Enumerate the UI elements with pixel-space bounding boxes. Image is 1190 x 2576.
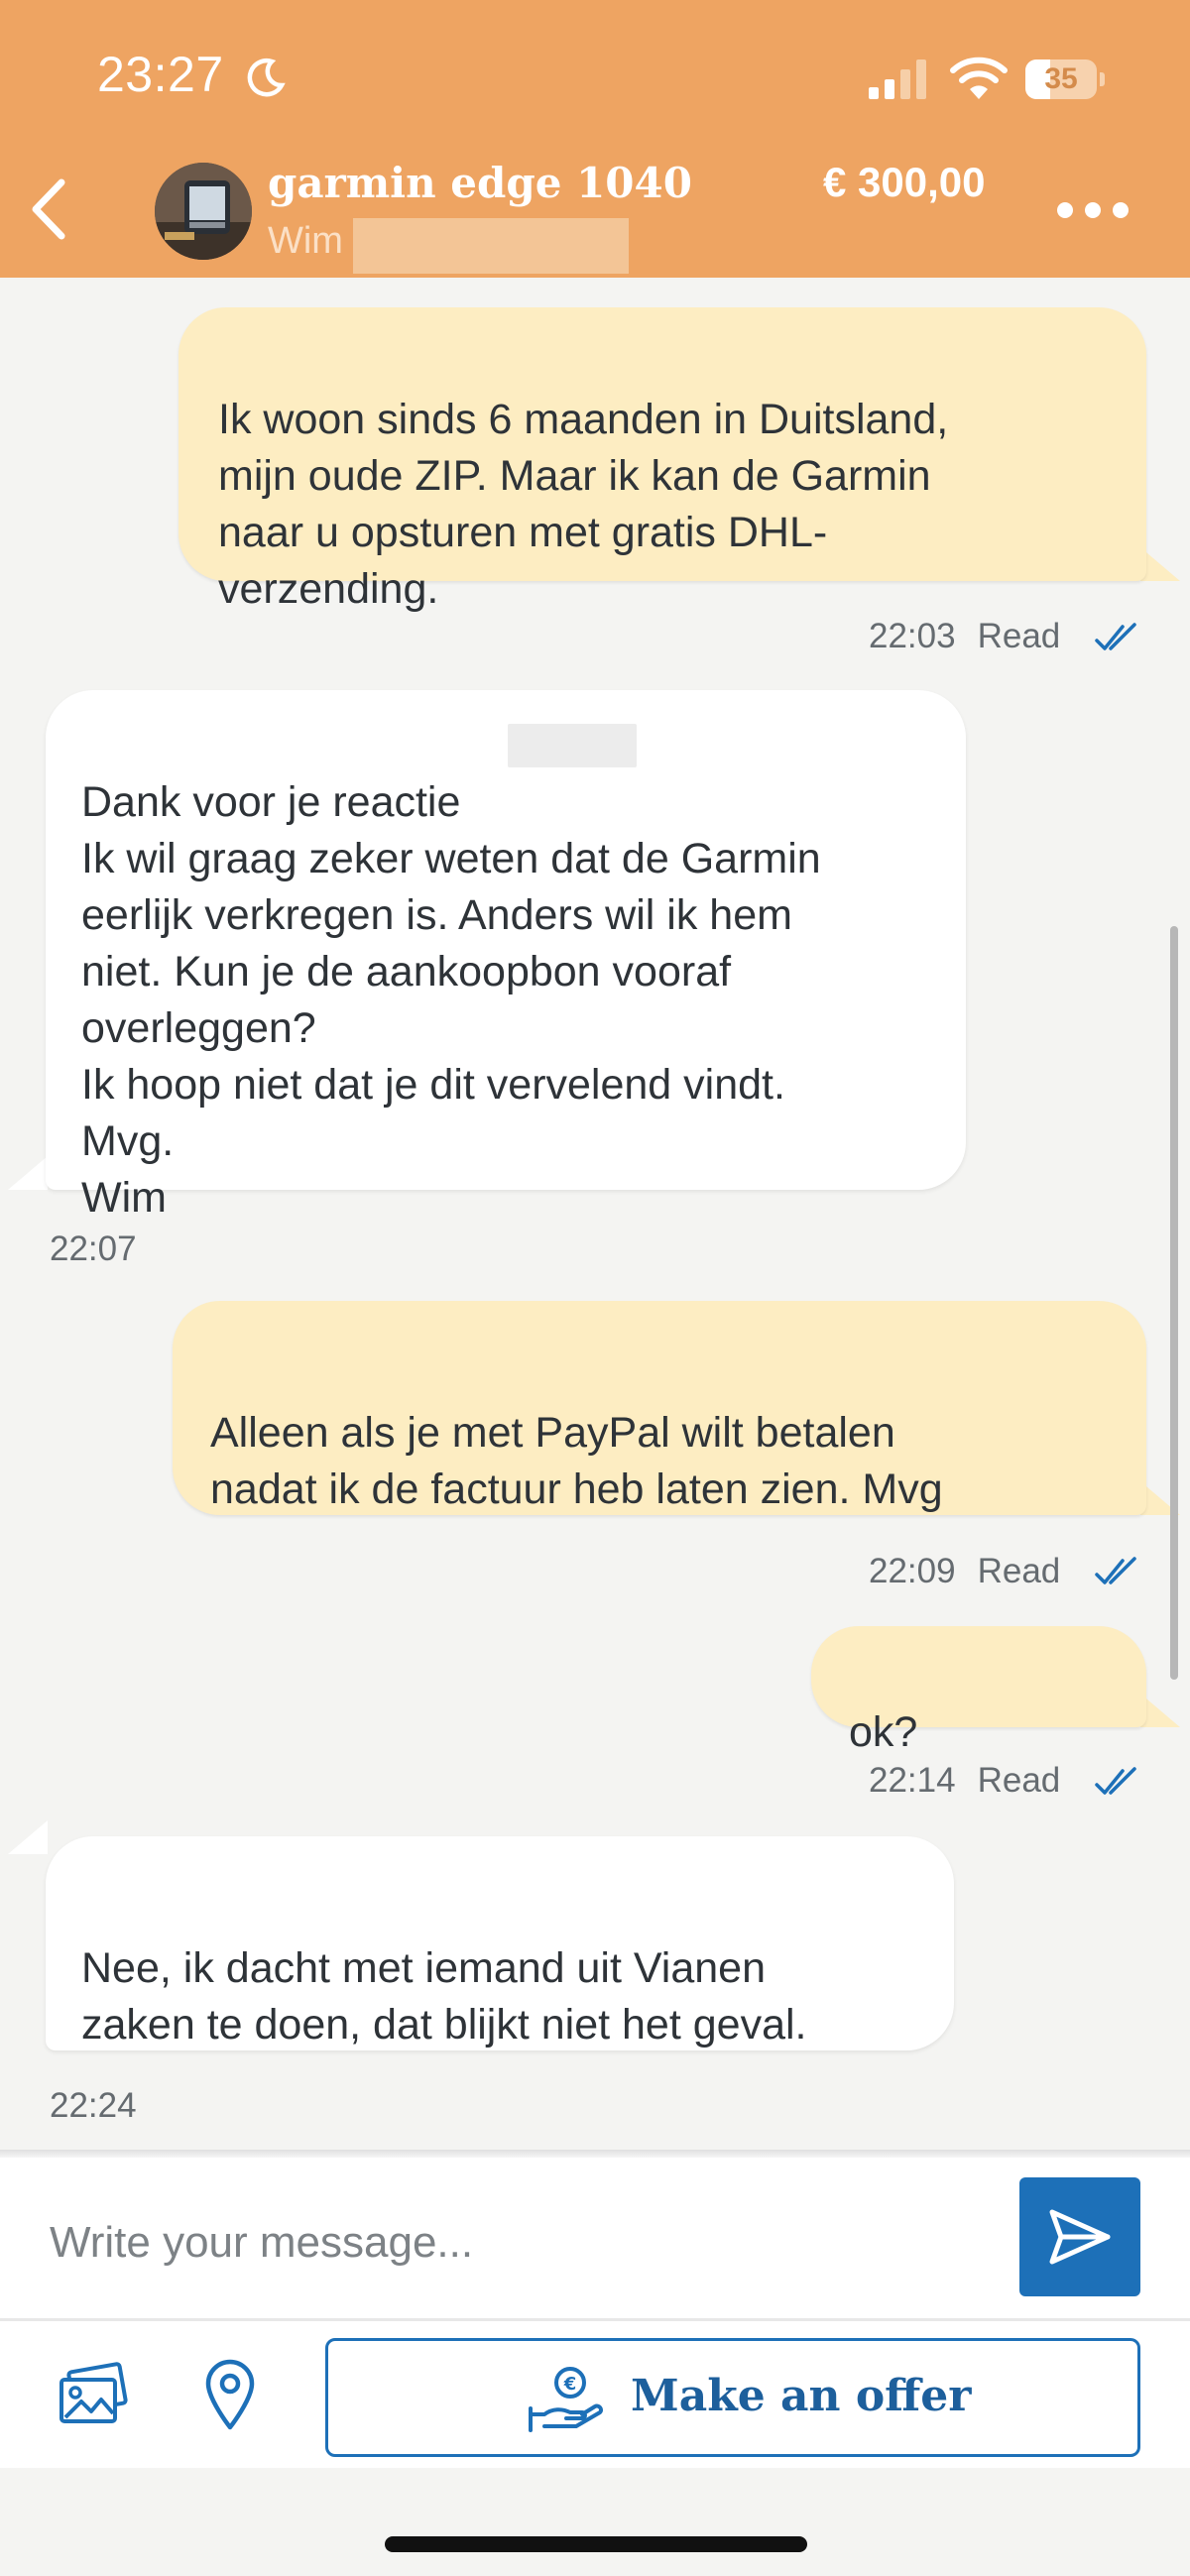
svg-text:€: € <box>563 2374 577 2395</box>
moon-icon <box>247 59 286 97</box>
message-bubble-outgoing[interactable]: Alleen als je met PayPal wilt betalen na… <box>173 1301 1146 1515</box>
message-text: Nee, ik dacht met iemand uit Vianen zake… <box>81 1944 807 2049</box>
divider <box>0 2150 1190 2158</box>
euro-hand-icon: € <box>529 2367 604 2432</box>
message-time: 22:03 <box>869 617 956 655</box>
listing-price: € 300,00 <box>823 159 986 205</box>
send-icon <box>1049 2209 1111 2265</box>
message-bubble-outgoing[interactable]: ok? <box>811 1626 1146 1756</box>
wifi-icon <box>950 57 1008 99</box>
message-meta: 22:07 <box>50 1229 137 1269</box>
listing-title[interactable]: garmin edge 1040 <box>268 159 692 207</box>
read-status: Read <box>977 617 1061 655</box>
double-check-icon <box>1095 623 1136 650</box>
bubble-tail <box>1140 547 1180 581</box>
redaction-block <box>353 218 629 274</box>
message-meta: 22:14 Read <box>869 1761 1060 1801</box>
message-time: 22:14 <box>869 1761 956 1800</box>
double-check-icon <box>1095 1767 1136 1795</box>
make-offer-button[interactable]: € Make an offer <box>325 2338 1140 2457</box>
bubble-tail <box>1140 1694 1180 1727</box>
battery-percentage: 35 <box>1044 62 1078 95</box>
bubble-tail <box>8 1820 48 1854</box>
more-horizontal-icon[interactable] <box>1055 196 1130 224</box>
home-indicator[interactable] <box>385 2536 807 2552</box>
bubble-tail <box>8 1156 48 1190</box>
message-meta: 22:09 Read <box>869 1552 1060 1591</box>
send-button[interactable] <box>1019 2177 1140 2296</box>
listing-thumbnail[interactable] <box>155 163 252 260</box>
message-time: 22:07 <box>50 1229 137 1268</box>
device-photo-icon <box>155 163 252 260</box>
app-header: 23:27 35 garmin edge 1040 Wim € 300,00 <box>0 0 1190 278</box>
battery-icon: 35 <box>1025 59 1105 99</box>
message-meta: 22:24 <box>50 2086 137 2126</box>
message-bubble-outgoing[interactable]: Ik woon sinds 6 maanden in Duitsland, mi… <box>178 307 1146 613</box>
message-text: Alleen als je met PayPal wilt betalen na… <box>210 1409 943 1513</box>
location-pin-icon[interactable] <box>202 2356 258 2431</box>
message-bubble-incoming[interactable]: Dank voor je reactie Ik wil graag zeker … <box>46 690 966 1222</box>
read-status: Read <box>977 1761 1061 1800</box>
scrollbar[interactable] <box>1170 926 1178 1680</box>
message-input[interactable] <box>50 2203 972 2283</box>
message-time: 22:24 <box>50 2086 137 2125</box>
status-time: 23:27 <box>97 47 224 102</box>
message-bubble-incoming[interactable]: Nee, ik dacht met iemand uit Vianen zake… <box>46 1836 954 2050</box>
message-text: Dank voor je reactie Ik wil graag zeker … <box>81 778 821 1222</box>
message-meta: 22:03 Read <box>869 617 1060 656</box>
read-status: Read <box>977 1552 1061 1590</box>
make-offer-label: Make an offer <box>631 2371 972 2421</box>
message-time: 22:09 <box>869 1552 956 1590</box>
bottom-safe-area <box>0 2468 1190 2576</box>
chevron-left-icon[interactable] <box>24 175 73 244</box>
message-text: ok? <box>849 1708 918 1756</box>
photo-icon[interactable] <box>58 2362 129 2427</box>
redaction-block <box>508 724 637 767</box>
seller-name[interactable]: Wim <box>268 220 343 263</box>
signal-icon <box>869 59 926 99</box>
double-check-icon <box>1095 1557 1136 1584</box>
message-text: Ik woon sinds 6 maanden in Duitsland, mi… <box>218 396 949 613</box>
